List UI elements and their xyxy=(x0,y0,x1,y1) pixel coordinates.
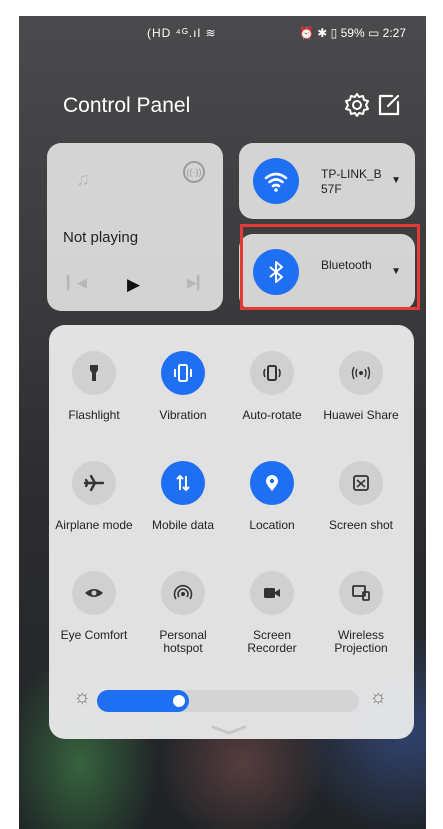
brightness-slider[interactable] xyxy=(97,690,359,712)
wifi-dropdown-icon[interactable]: ▼ xyxy=(391,175,401,186)
brightness-low-icon: ☼ xyxy=(73,686,92,708)
previous-track-icon[interactable]: ▎◀ xyxy=(67,275,87,293)
wifi-network-name: TP-LINK_B57F xyxy=(321,167,382,196)
control-panel-screen: (HD ⁴ᴳ.ıl ≋ ⏰ ✱ ▯ 59% ▭ 2:27 Control Pan… xyxy=(19,16,426,829)
toggle-screenshot[interactable]: Screen shot xyxy=(316,461,406,532)
flashlight-icon[interactable] xyxy=(72,351,116,395)
status-bar: (HD ⁴ᴳ.ıl ≋ ⏰ ✱ ▯ 59% ▭ 2:27 xyxy=(19,16,426,50)
media-status: Not playing xyxy=(63,229,139,246)
huawei-share-icon[interactable] xyxy=(339,351,383,395)
airplane-icon[interactable] xyxy=(72,461,116,505)
wifi-icon[interactable] xyxy=(253,158,299,204)
toggle-label: Airplane mode xyxy=(55,518,133,532)
eye-comfort-icon[interactable] xyxy=(72,571,116,615)
settings-gear-icon[interactable] xyxy=(344,92,370,118)
toggle-label: Location xyxy=(249,518,295,532)
screen-recorder-icon[interactable] xyxy=(250,571,294,615)
toggle-auto-rotate[interactable]: Auto-rotate xyxy=(227,351,317,422)
toggle-label: Vibration xyxy=(159,408,207,422)
music-note-icon: ♫ xyxy=(63,159,103,199)
status-right-icons: ⏰ ✱ ▯ 59% ▭ 2:27 xyxy=(299,26,406,40)
edit-icon[interactable] xyxy=(376,92,402,118)
toggle-label: Eye Comfort xyxy=(60,628,128,642)
audio-output-icon[interactable]: ((·)) xyxy=(183,161,205,183)
location-icon[interactable] xyxy=(250,461,294,505)
toggle-label: Screen shot xyxy=(328,518,394,532)
screenshot-icon[interactable] xyxy=(339,461,383,505)
play-icon[interactable]: ▶ xyxy=(127,275,140,294)
brightness-high-icon: ☼ xyxy=(369,686,388,708)
wireless-projection-icon[interactable] xyxy=(339,571,383,615)
toggle-label: Flashlight xyxy=(68,408,120,422)
bluetooth-highlight-box xyxy=(240,224,420,310)
toggle-label: Wireless Projection xyxy=(334,628,388,655)
brightness-control[interactable]: ☼ ☼ xyxy=(73,686,393,712)
toggle-eye-comfort[interactable]: Eye Comfort xyxy=(49,571,139,642)
toggle-label: Mobile data xyxy=(151,518,215,532)
toggle-screen-recorder[interactable]: Screen Recorder xyxy=(227,571,317,655)
toggle-wireless-projection[interactable]: Wireless Projection xyxy=(316,571,406,655)
toggle-vibration[interactable]: Vibration xyxy=(138,351,228,422)
toggle-grid: Flashlight Vibration Auto-rotate Huawei Sha… xyxy=(49,325,414,739)
toggle-location[interactable]: Location xyxy=(227,461,317,532)
toggle-label: Auto-rotate xyxy=(242,408,302,422)
toggle-flashlight[interactable]: Flashlight xyxy=(49,351,139,422)
next-track-icon[interactable]: ▶▎ xyxy=(187,275,207,293)
status-left-icons: (HD ⁴ᴳ.ıl ≋ xyxy=(147,26,217,40)
toggle-label: Personal hotspot xyxy=(159,628,207,655)
toggle-hotspot[interactable]: Personal hotspot xyxy=(138,571,228,655)
vibration-icon[interactable] xyxy=(161,351,205,395)
toggle-label: Huawei Share xyxy=(323,408,399,422)
toggle-huawei-share[interactable]: Huawei Share xyxy=(316,351,406,422)
toggle-mobile-data[interactable]: Mobile data xyxy=(138,461,228,532)
page-title: Control Panel xyxy=(63,94,191,117)
hotspot-icon[interactable] xyxy=(161,571,205,615)
toggle-airplane[interactable]: Airplane mode xyxy=(49,461,139,532)
media-card[interactable]: ♫ ((·)) Not playing ▎◀ ▶ ▶▎ xyxy=(47,143,223,311)
wifi-tile[interactable]: TP-LINK_B57F ▼ xyxy=(239,143,415,219)
auto-rotate-icon[interactable] xyxy=(250,351,294,395)
collapse-handle-icon[interactable] xyxy=(209,722,249,735)
mobile-data-icon[interactable] xyxy=(161,461,205,505)
brightness-knob[interactable] xyxy=(173,695,185,707)
toggle-label: Screen Recorder xyxy=(247,628,297,655)
